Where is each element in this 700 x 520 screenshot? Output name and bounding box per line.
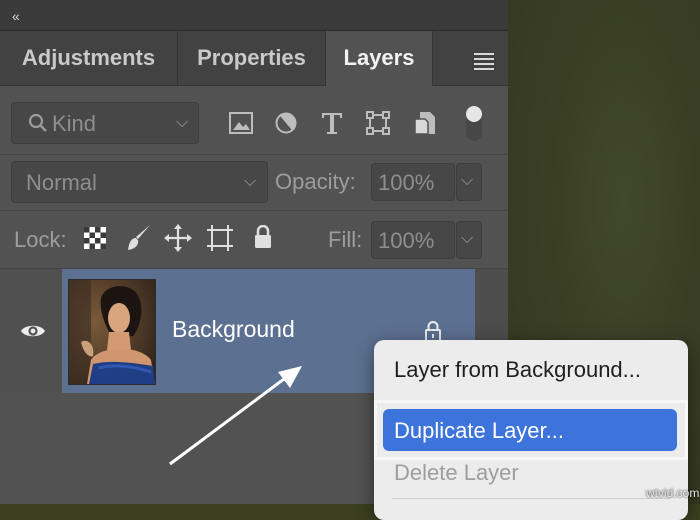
chevron-down-icon: ⌵: [176, 114, 189, 131]
chevron-down-icon: ⌵: [461, 230, 474, 247]
collapse-panel-button[interactable]: «: [12, 8, 20, 24]
type-filter-icon[interactable]: [321, 111, 343, 135]
smart-object-filter-icon[interactable]: [414, 111, 436, 135]
opacity-input[interactable]: 100%: [371, 163, 455, 201]
pointer-arrow-icon: [169, 366, 302, 466]
search-icon: [28, 113, 47, 132]
adjustment-filter-icon[interactable]: [275, 112, 297, 134]
menu-item-duplicate-layer[interactable]: Duplicate Layer...: [383, 409, 677, 451]
divider: [0, 154, 508, 155]
filter-toggle-icon[interactable]: [464, 104, 484, 142]
layer-thumbnail: [68, 279, 156, 385]
blend-mode-value: Normal: [26, 170, 97, 195]
tab-adjustments[interactable]: Adjustments: [0, 31, 178, 85]
kind-filter-label: Kind: [52, 111, 97, 136]
layer-name[interactable]: Background: [172, 316, 295, 343]
image-filter-icon[interactable]: [229, 112, 253, 134]
menu-separator: [392, 498, 670, 499]
lock-label: Lock:: [14, 227, 67, 252]
menu-item-delete-layer: Delete Layer: [394, 460, 519, 485]
fill-dropdown-button[interactable]: ⌵: [456, 221, 482, 259]
kind-filter-dropdown[interactable]: Kind ⌵: [11, 102, 199, 144]
chevron-down-icon: ⌵: [244, 173, 257, 190]
divider: [0, 210, 508, 211]
fill-value: 100%: [378, 228, 435, 253]
tab-layers[interactable]: Layers: [326, 31, 433, 86]
eye-icon: [21, 325, 45, 337]
lock-all-icon[interactable]: [253, 225, 273, 249]
visibility-toggle[interactable]: [0, 269, 63, 393]
lock-image-icon[interactable]: [126, 224, 152, 252]
fill-input[interactable]: 100%: [371, 221, 455, 259]
portrait-thumbnail-image: [69, 280, 155, 384]
lock-position-icon[interactable]: [164, 224, 192, 252]
lock-transparent-icon[interactable]: [84, 227, 106, 249]
menu-item-layer-from-background[interactable]: Layer from Background...: [394, 357, 641, 383]
chevron-down-icon: ⌵: [461, 172, 474, 189]
tab-properties[interactable]: Properties: [178, 31, 326, 85]
lock-artboard-icon[interactable]: [206, 224, 234, 252]
panel-topbar: «: [0, 0, 508, 31]
watermark: wtvid.com: [646, 486, 700, 500]
duplicate-layer-label: Duplicate Layer...: [394, 418, 564, 443]
opacity-value: 100%: [378, 170, 435, 195]
fill-label: Fill:: [328, 227, 363, 252]
panel-menu-icon[interactable]: [474, 53, 494, 73]
shape-filter-icon[interactable]: [366, 111, 390, 135]
panel-tab-row: Adjustments Properties Layers: [0, 31, 508, 86]
opacity-label: Opacity:: [275, 169, 356, 194]
blend-mode-dropdown[interactable]: Normal ⌵: [11, 161, 268, 203]
opacity-dropdown-button[interactable]: ⌵: [456, 163, 482, 201]
